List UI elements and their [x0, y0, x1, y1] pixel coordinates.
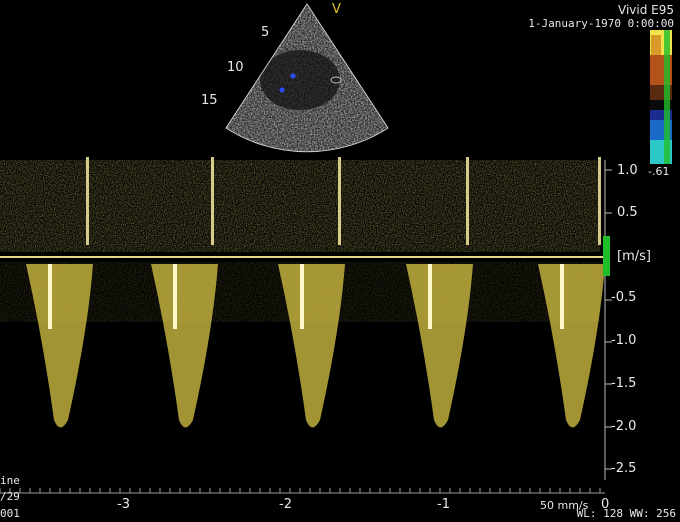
doppler-spike: [466, 157, 469, 245]
color-map-bar: [650, 30, 672, 164]
doppler-peak-line: [173, 264, 177, 329]
doppler-envelope: [538, 264, 605, 428]
velocity-tick: -1.5: [611, 376, 637, 391]
depth-label-5: 5: [261, 25, 270, 40]
ultrasound-display: [0, 3, 672, 494]
doppler-positive-band: [0, 160, 600, 252]
velocity-tick: -0.5: [611, 290, 637, 305]
baseline-indicator[interactable]: [603, 236, 610, 276]
footer-left-line3: 001: [0, 507, 20, 520]
velocity-tick: 0.5: [617, 205, 638, 220]
depth-label-15: 15: [201, 93, 218, 108]
velocity-tick: -1.0: [611, 333, 637, 348]
doppler-peak-line: [48, 264, 52, 329]
color-bar-label: -.61: [648, 165, 670, 178]
doppler-spike: [86, 157, 89, 245]
window-level: WL: 128 WW: 256: [576, 507, 676, 520]
time-tick: -3: [117, 497, 130, 512]
sector-image: [225, 3, 389, 153]
date-time: 1-January-1970 0:00:00: [528, 17, 674, 30]
doppler-envelope: [406, 264, 473, 428]
doppler-spike: [598, 157, 601, 245]
footer-left-line1: ine: [0, 474, 20, 487]
doppler-peak-line: [300, 264, 304, 329]
footer-left-line2: /29: [0, 490, 20, 503]
velocity-tick: -2.5: [611, 461, 637, 476]
doppler-peak-line: [428, 264, 432, 329]
doppler-envelope: [151, 264, 218, 428]
depth-label-10: 10: [227, 60, 244, 75]
time-tick: -1: [437, 497, 450, 512]
doppler-envelope: [26, 264, 93, 428]
doppler-spike: [338, 157, 341, 245]
doppler-envelope: [278, 264, 345, 428]
velocity-tick: 1.0: [617, 163, 638, 178]
time-tick: -2: [279, 497, 292, 512]
velocity-tick: -2.0: [611, 419, 637, 434]
doppler-peak-line: [560, 264, 564, 329]
device-name: Vivid E95: [618, 3, 674, 17]
doppler-spike: [211, 157, 214, 245]
probe-orientation-mark: V: [332, 2, 341, 17]
velocity-unit: [m/s]: [617, 249, 651, 264]
